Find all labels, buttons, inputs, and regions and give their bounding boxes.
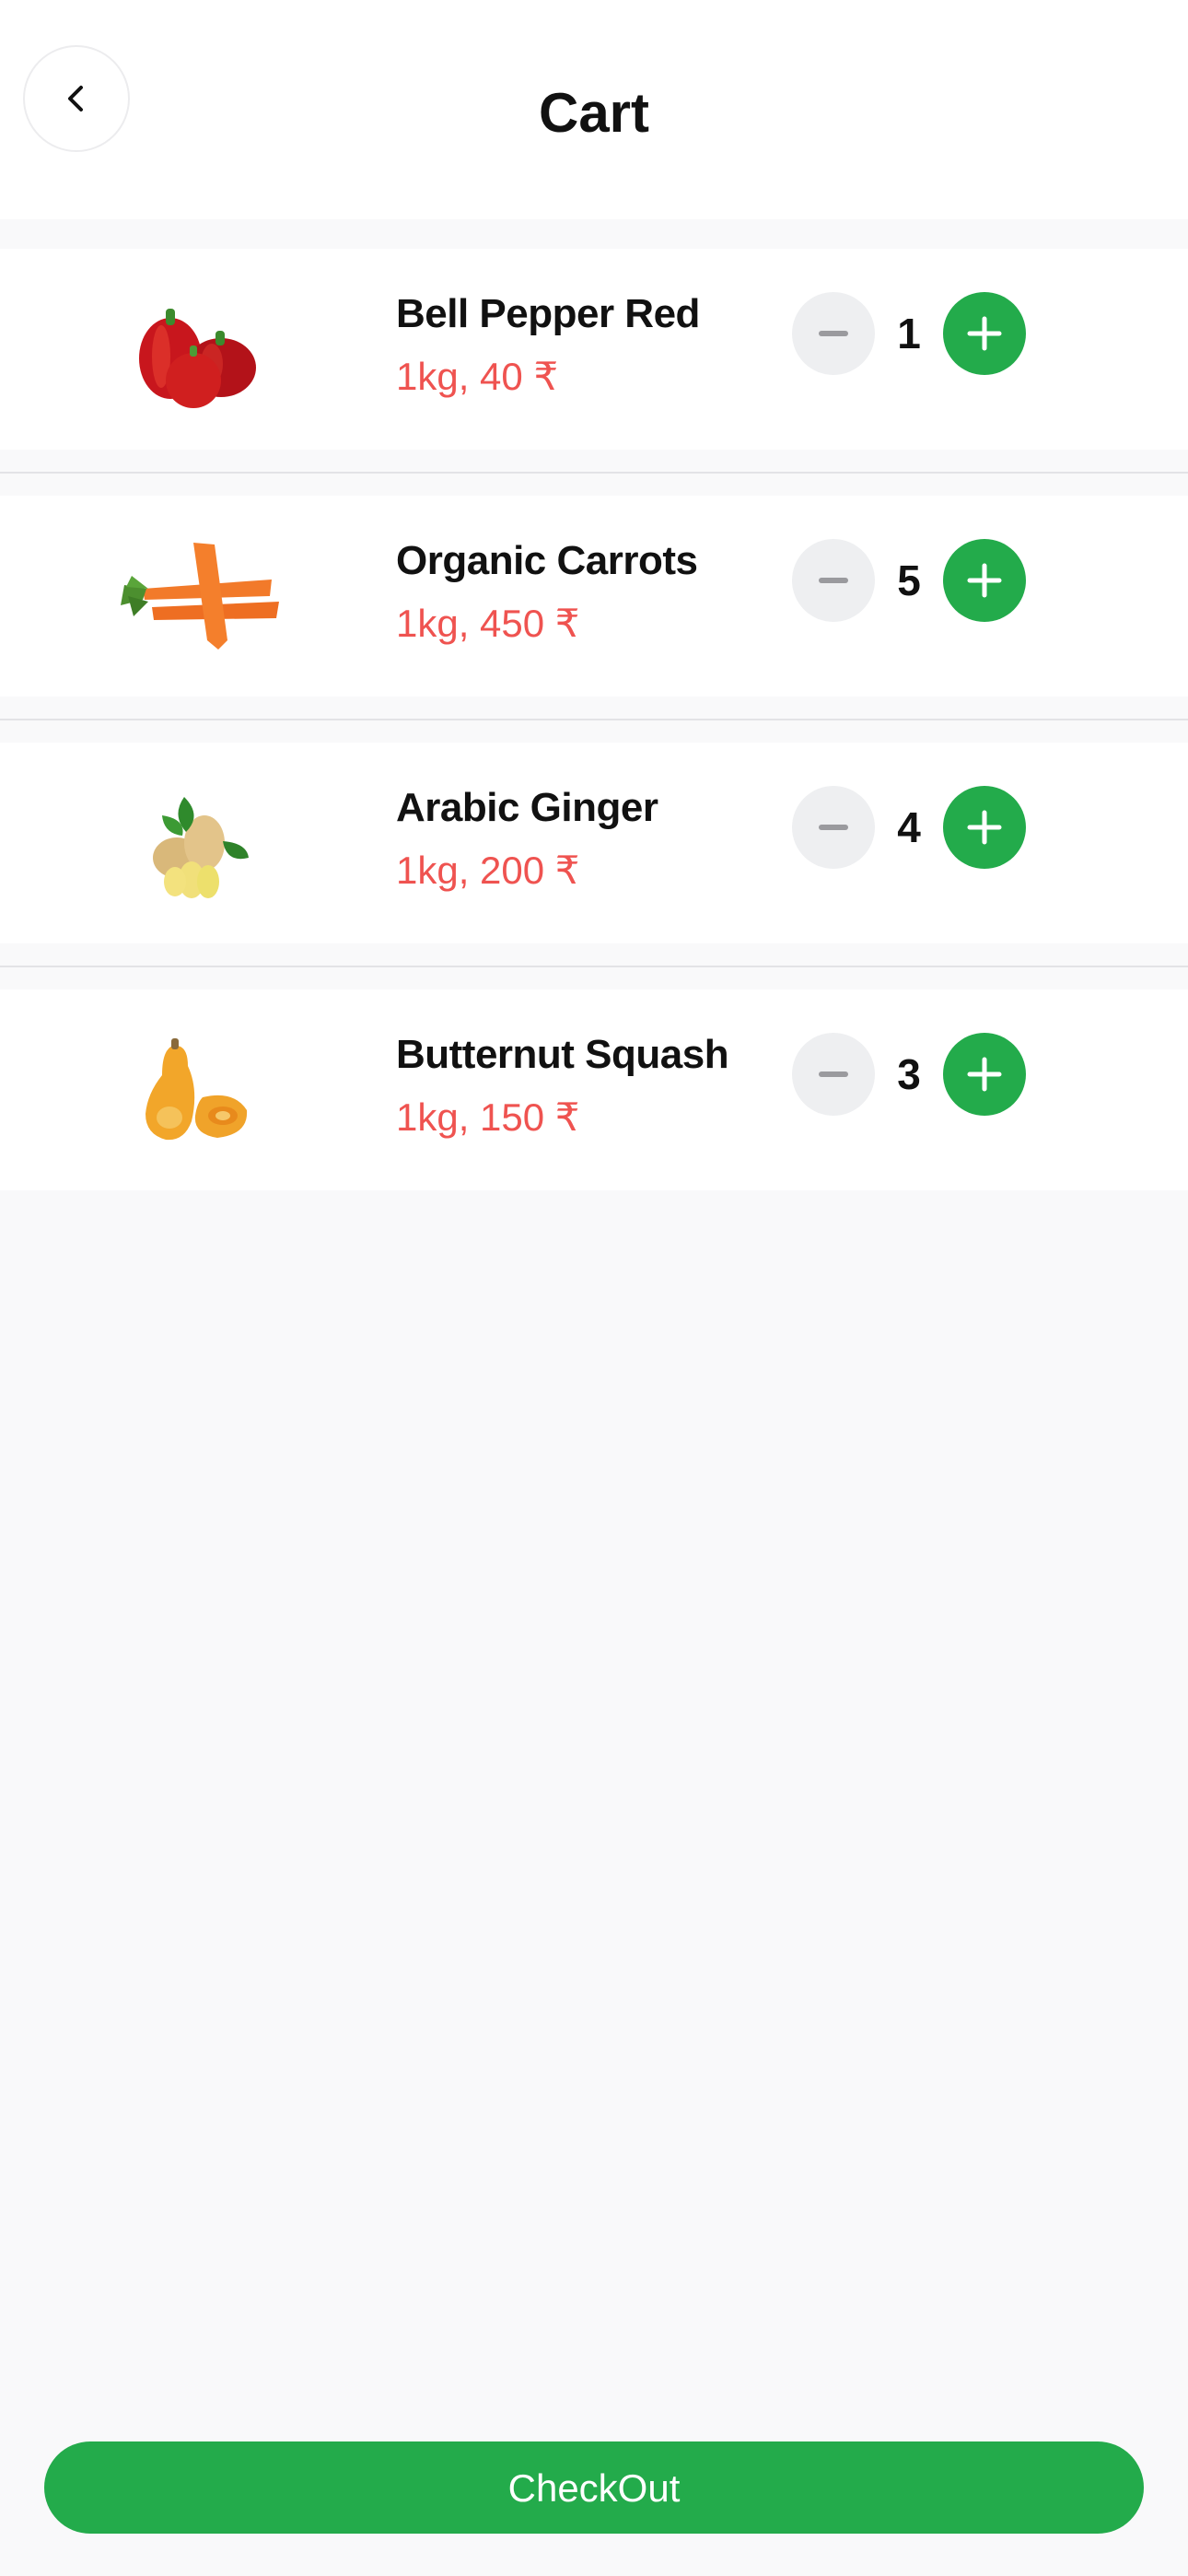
decrease-quantity-button[interactable] [792,292,875,375]
minus-icon [819,578,848,583]
decrease-quantity-button[interactable] [792,539,875,622]
divider [0,966,1188,967]
item-name: Arabic Ginger [396,785,658,830]
item-price: 1kg, 200 ₹ [396,849,580,892]
increase-quantity-button[interactable] [943,539,1026,622]
ginger-image [101,765,295,921]
cart-item: Butternut Squash 1kg, 150 ₹ 3 [0,989,1188,1190]
increase-quantity-button[interactable] [943,292,1026,375]
bell-pepper-image [101,271,295,427]
item-price: 1kg, 150 ₹ [396,1095,580,1139]
header: Cart [0,0,1188,219]
item-name: Butternut Squash [396,1032,729,1077]
divider [0,472,1188,474]
decrease-quantity-button[interactable] [792,786,875,869]
page-title: Cart [538,82,650,144]
item-price: 1kg, 40 ₹ [396,355,559,398]
item-name: Bell Pepper Red [396,291,700,336]
minus-icon [819,331,848,336]
quantity-value: 4 [897,803,921,851]
cart-item: Bell Pepper Red 1kg, 40 ₹ 1 [0,249,1188,450]
quantity-value: 5 [897,556,921,604]
checkout-button[interactable]: CheckOut [44,2441,1144,2534]
minus-icon [819,825,848,830]
quantity-value: 1 [897,310,921,357]
plus-icon [967,1057,1002,1092]
decrease-quantity-button[interactable] [792,1033,875,1116]
plus-icon [967,810,1002,845]
item-name: Organic Carrots [396,538,698,583]
item-price: 1kg, 450 ₹ [396,602,580,645]
minus-icon [819,1071,848,1077]
quantity-value: 3 [897,1050,921,1098]
cart-item: Arabic Ginger 1kg, 200 ₹ 4 [0,743,1188,943]
butternut-squash-image [101,1012,295,1168]
plus-icon [967,563,1002,598]
divider [0,719,1188,720]
carrots-image [101,518,295,674]
plus-icon [967,316,1002,351]
increase-quantity-button[interactable] [943,786,1026,869]
cart-item: Organic Carrots 1kg, 450 ₹ 5 [0,496,1188,697]
increase-quantity-button[interactable] [943,1033,1026,1116]
